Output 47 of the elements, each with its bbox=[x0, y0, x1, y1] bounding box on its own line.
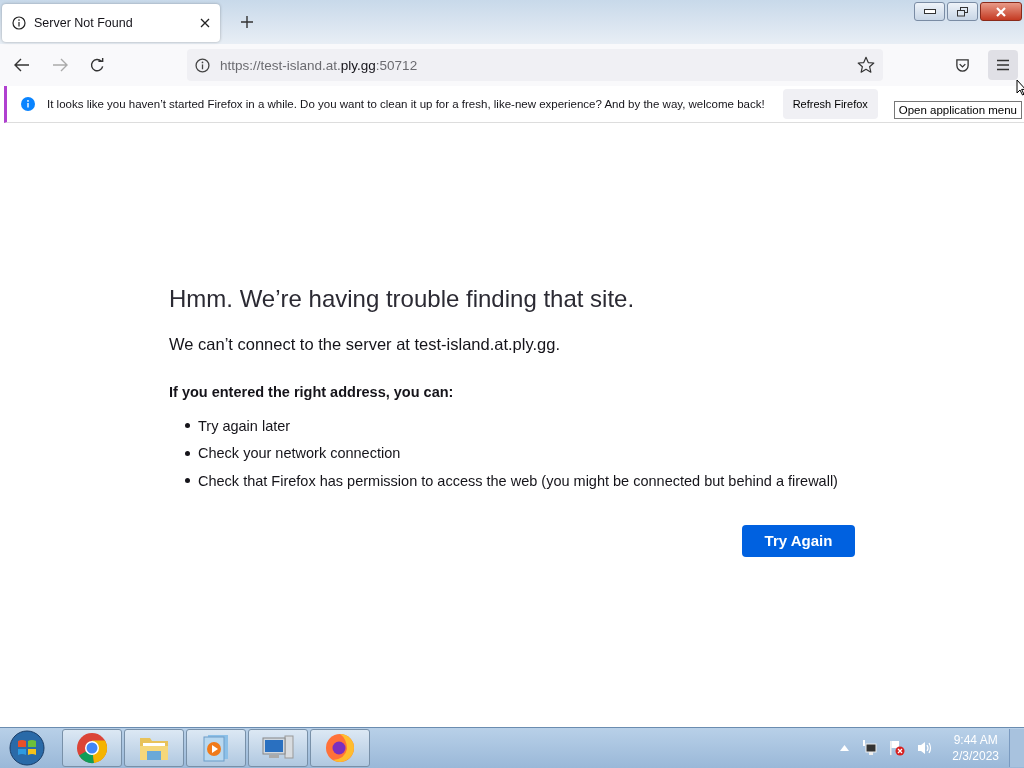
suggestion-item: Try again later bbox=[198, 417, 291, 434]
clock-date: 2/3/2023 bbox=[952, 748, 999, 764]
menu-button[interactable] bbox=[988, 50, 1018, 80]
reload-icon[interactable] bbox=[90, 57, 105, 73]
restore-button[interactable] bbox=[947, 2, 978, 21]
chrome-icon bbox=[76, 732, 108, 764]
new-tab-icon[interactable] bbox=[240, 15, 254, 29]
minimize-icon bbox=[923, 9, 936, 14]
list-heading: If you entered the right address, you can: bbox=[169, 384, 455, 400]
back-icon[interactable] bbox=[14, 58, 30, 72]
taskbar-button[interactable] bbox=[62, 729, 122, 767]
taskbar-button[interactable] bbox=[124, 729, 184, 767]
flag-alert-icon[interactable] bbox=[889, 740, 906, 756]
refresh-button[interactable]: Refresh Firefox bbox=[782, 89, 878, 119]
bullet-icon bbox=[185, 423, 190, 429]
clock-time: 9:44 AM bbox=[953, 732, 998, 748]
browser-tab[interactable]: Server Not Found bbox=[2, 4, 220, 42]
error-description: We can’t connect to the server at test-island.at.ply.gg. bbox=[169, 335, 561, 354]
error-title: Hmm. We’re having trouble finding that site. bbox=[169, 285, 636, 313]
bullet-icon bbox=[185, 478, 190, 484]
close-window-button[interactable] bbox=[980, 2, 1022, 21]
media-player-icon bbox=[203, 734, 229, 762]
firefox-icon bbox=[325, 733, 355, 763]
start-button[interactable] bbox=[8, 729, 46, 767]
close-tab-icon[interactable] bbox=[200, 18, 210, 28]
bullet-icon bbox=[185, 450, 190, 456]
bookmark-star-icon[interactable] bbox=[857, 56, 875, 74]
tooltip: Open application menu bbox=[893, 101, 1022, 119]
tab-title: Server Not Found bbox=[34, 16, 134, 30]
minimize-button[interactable] bbox=[914, 2, 945, 21]
pocket-icon[interactable] bbox=[955, 57, 970, 73]
network-icon[interactable] bbox=[861, 740, 878, 756]
suggestion-item: Check that Firefox has permission to access the web (you might be connected but behind a firewall) bbox=[198, 472, 838, 489]
suggestion-item: Check your network connection bbox=[198, 445, 401, 462]
restore-icon bbox=[956, 6, 969, 17]
taskbar-button[interactable] bbox=[186, 729, 246, 767]
address-bar[interactable]: https://test-island.at.ply.gg:50712 bbox=[187, 49, 883, 81]
taskbar-button[interactable] bbox=[248, 729, 308, 767]
notification-message: It looks like you haven’t started Firefox in a while. Do you want to clean it up for a fresh, like-new experience? And by the way, welcome back! bbox=[47, 98, 765, 110]
info-icon bbox=[12, 16, 26, 30]
close-icon bbox=[995, 6, 1007, 17]
menu-icon bbox=[996, 59, 1010, 71]
info-icon bbox=[195, 57, 210, 73]
taskbar-button[interactable] bbox=[310, 729, 370, 767]
computer-icon bbox=[261, 734, 295, 762]
info-icon bbox=[21, 97, 35, 111]
try-again-button[interactable]: Try Again bbox=[742, 524, 855, 557]
